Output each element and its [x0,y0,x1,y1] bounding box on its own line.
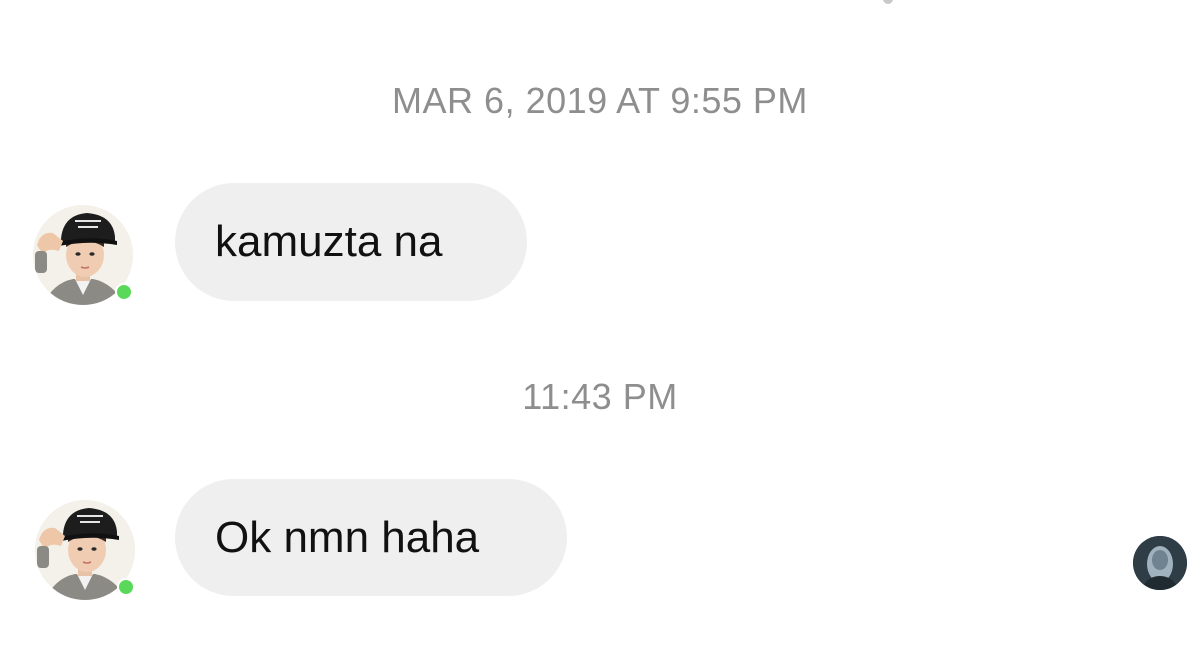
message-thread: MAR 6, 2019 AT 9:55 PM kamuzta na 11:43 … [0,0,1200,665]
seen-avatar [1133,536,1187,590]
message-timestamp: 11:43 PM [522,376,678,417]
cropped-element [883,0,893,4]
message-bubble[interactable]: kamuzta na [175,183,527,301]
seen-avatar-icon [1133,536,1187,590]
message-bubble[interactable]: Ok nmn haha [175,479,567,596]
message-text: Ok nmn haha [215,512,480,562]
message-text: kamuzta na [215,217,443,266]
online-status-icon [117,578,135,596]
online-status-icon [115,283,133,301]
message-timestamp: MAR 6, 2019 AT 9:55 PM [392,80,808,121]
